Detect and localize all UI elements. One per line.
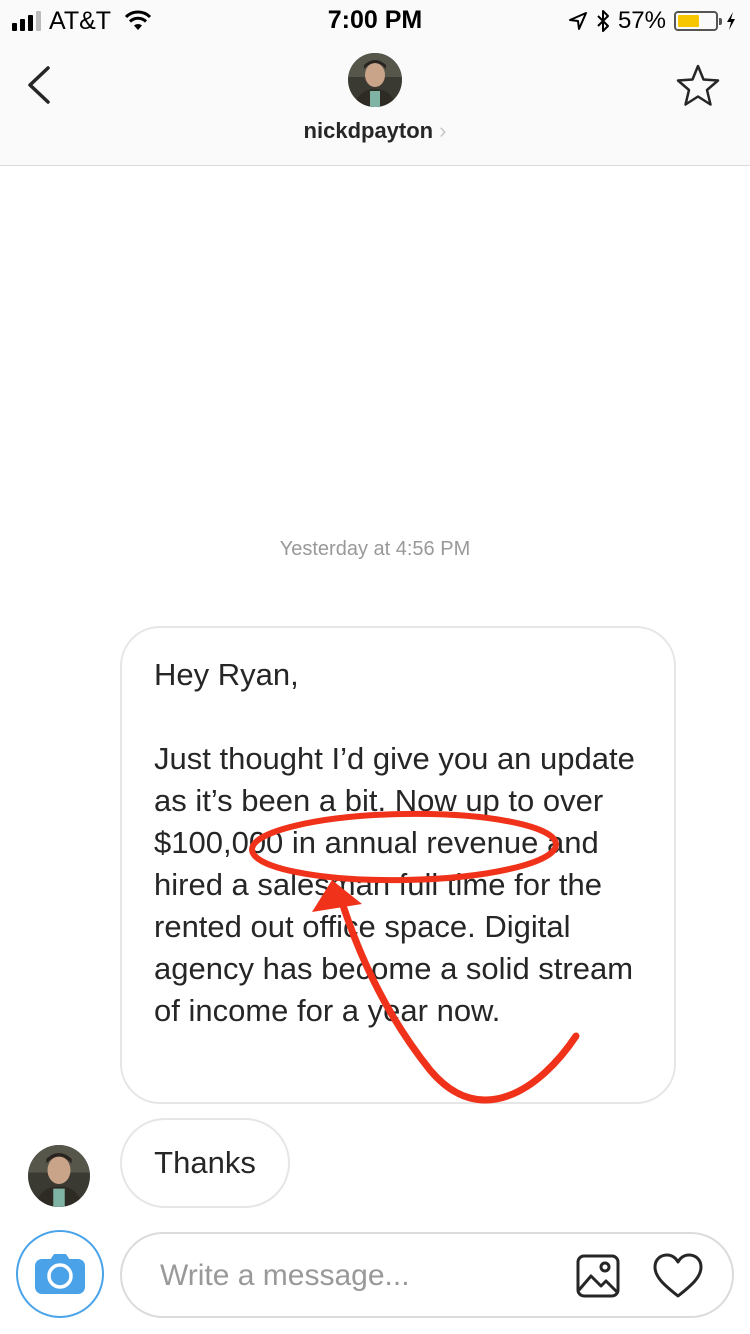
message-bubble[interactable]: Hey Ryan, Just thought I’d give you an u… [120, 626, 676, 1104]
profile-photo [28, 1145, 90, 1207]
message-bubble-thanks[interactable]: Thanks [120, 1118, 290, 1208]
gallery-button[interactable] [574, 1252, 622, 1300]
message-text: Hey Ryan, Just thought I’d give you an u… [154, 657, 635, 1028]
battery-level [678, 15, 699, 27]
like-button[interactable] [652, 1252, 704, 1300]
bluetooth-icon [597, 10, 609, 32]
battery-icon [674, 11, 722, 31]
camera-icon [35, 1254, 85, 1294]
username-label: nickdpayton [303, 118, 434, 143]
star-icon [676, 64, 720, 106]
favorite-button[interactable] [674, 62, 722, 110]
sender-avatar[interactable] [28, 1145, 90, 1207]
message-input[interactable] [158, 1234, 542, 1318]
image-icon [576, 1254, 620, 1298]
username-link[interactable]: nickdpayton › [0, 118, 750, 144]
back-icon [28, 66, 50, 104]
status-bar: AT&T 7:00 PM 57% [0, 0, 750, 40]
status-right: 57% [568, 6, 736, 36]
location-icon [568, 12, 587, 30]
camera-button[interactable] [16, 1230, 104, 1318]
back-button[interactable] [20, 60, 60, 110]
conversation-header: nickdpayton › [0, 40, 750, 166]
message-text-thanks: Thanks [154, 1145, 256, 1180]
profile-photo [348, 53, 402, 107]
charging-icon [727, 12, 735, 30]
battery-percent: 57% [617, 7, 666, 34]
message-timestamp: Yesterday at 4:56 PM [279, 538, 471, 560]
heart-icon [653, 1253, 703, 1298]
avatar[interactable] [348, 53, 402, 107]
message-composer [120, 1232, 734, 1318]
chevron-right-icon: › [439, 118, 447, 143]
